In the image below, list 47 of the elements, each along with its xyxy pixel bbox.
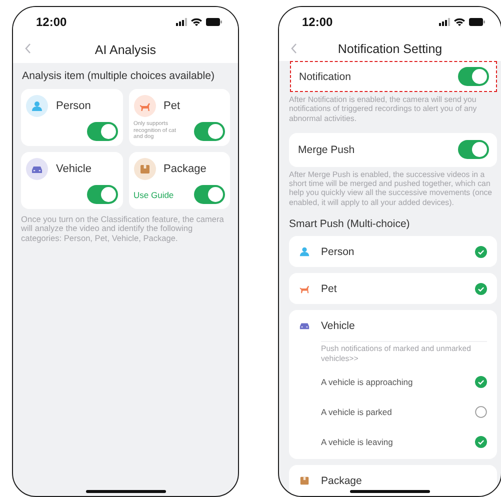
toggle-switch[interactable] [86, 185, 118, 204]
setting-label: Notification [299, 70, 351, 82]
unchecked-icon[interactable] [475, 406, 487, 418]
person-icon [31, 100, 43, 112]
signal-icon [176, 18, 187, 26]
wifi-icon [191, 18, 202, 26]
use-guide-link[interactable]: Use Guide [134, 190, 174, 204]
toggle-switch[interactable] [458, 140, 489, 160]
back-icon[interactable] [25, 43, 31, 54]
category-label: Vehicle [321, 320, 356, 332]
category-label: Package [321, 474, 363, 487]
checked-icon[interactable] [475, 376, 487, 388]
signal-icon [439, 18, 450, 26]
status-time: 12:00 [302, 15, 333, 29]
setting-label: Merge Push [298, 144, 355, 156]
vehicle-icon [299, 320, 310, 332]
category-label: Person [56, 100, 91, 112]
back-icon[interactable] [291, 43, 297, 54]
pet-icon [138, 100, 150, 112]
status-time: 12:00 [36, 15, 67, 29]
feature-description: Once you turn on the Classification feature, the camera will analyze the video and identify the following categories: Person, Pet, Vehicle, Package. [21, 215, 225, 243]
package-icon [138, 163, 150, 175]
category-label: Vehicle [56, 163, 92, 175]
category-label: Person [321, 246, 356, 258]
wifi-icon [454, 18, 465, 26]
toggle-switch[interactable] [458, 67, 489, 86]
section-label: Analysis item (multiple choices available) [22, 70, 216, 82]
battery-icon [206, 18, 222, 26]
toggle-switch[interactable] [86, 122, 118, 141]
toggle-switch[interactable] [194, 185, 225, 204]
toggle-switch[interactable] [194, 122, 225, 141]
checked-icon[interactable] [475, 246, 487, 258]
option-label: A vehicle is approaching [321, 377, 413, 388]
category-label: Pet [164, 100, 180, 112]
pet-icon [299, 283, 310, 294]
person-icon [299, 246, 310, 258]
package-icon [299, 475, 310, 486]
option-label: A vehicle is leaving [321, 437, 393, 448]
screen-title: Notification Setting [338, 42, 442, 56]
checked-icon[interactable] [475, 282, 487, 295]
option-label: A vehicle is parked [321, 407, 392, 418]
category-label: Package [164, 163, 206, 175]
battery-icon [469, 18, 485, 26]
category-label: Pet [321, 282, 338, 295]
checked-icon[interactable] [475, 436, 487, 448]
screen-title: AI Analysis [94, 43, 156, 57]
section-label: Smart Push (Multi-choice) [289, 218, 411, 230]
